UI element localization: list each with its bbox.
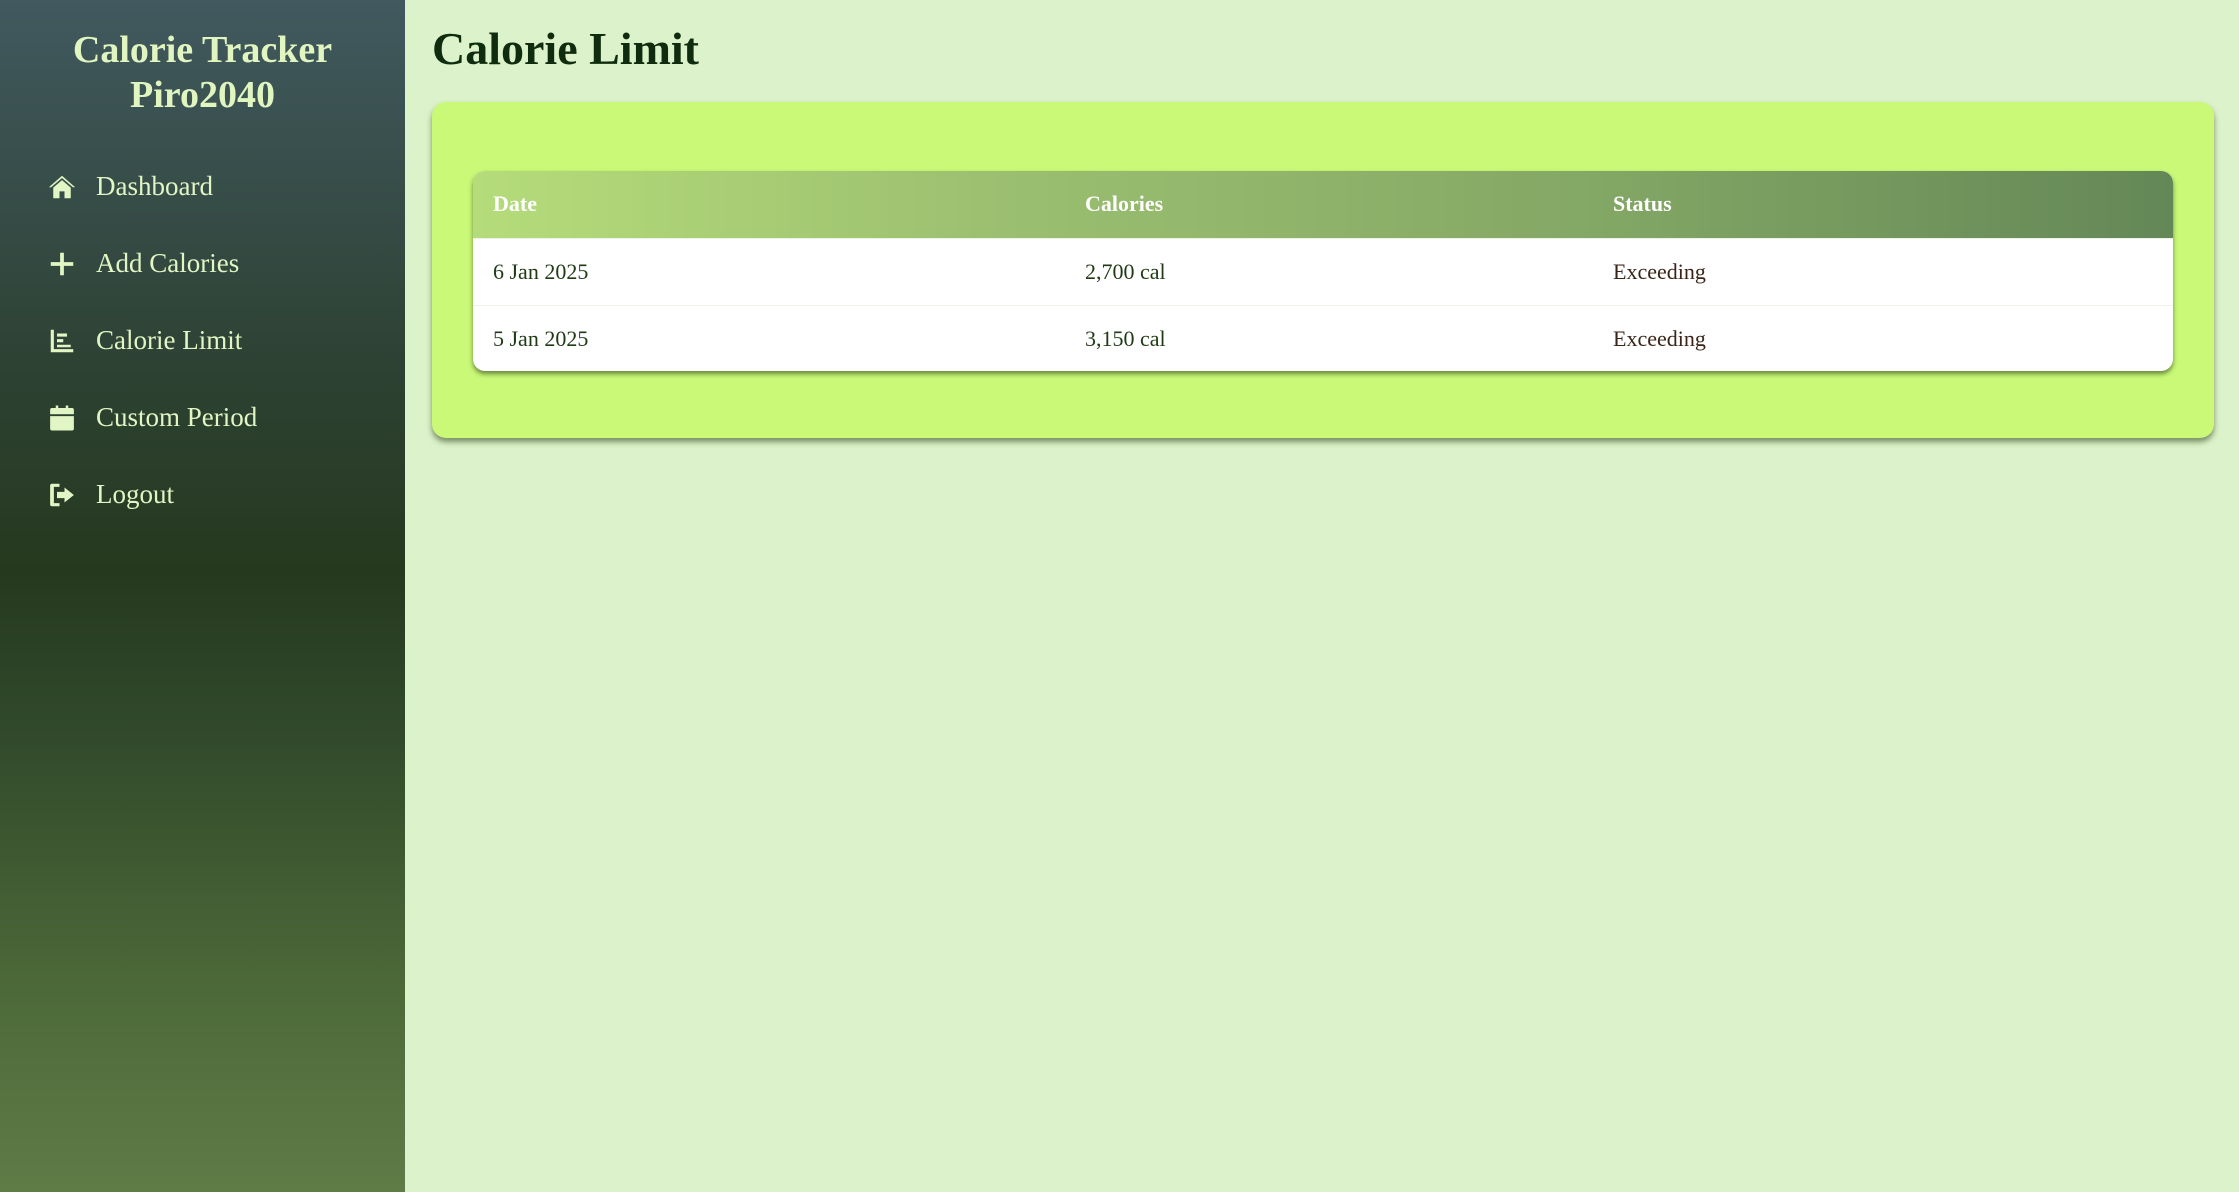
sidebar-nav: Dashboard Add Calories Calorie Limit Cus… <box>0 158 405 523</box>
table-row: 6 Jan 2025 2,700 cal Exceeding <box>473 237 2173 305</box>
calorie-table-wrapper: Date Calories Status 6 Jan 2025 2,700 ca… <box>473 171 2173 371</box>
plus-icon <box>46 248 78 280</box>
column-header-status: Status <box>1613 191 1672 217</box>
brand: Calorie Tracker Piro2040 <box>0 0 405 118</box>
calendar-icon <box>46 402 78 434</box>
sidebar: Calorie Tracker Piro2040 Dashboard Add C… <box>0 0 405 1192</box>
chart-icon <box>46 325 78 357</box>
sidebar-item-calorie-limit[interactable]: Calorie Limit <box>0 312 405 369</box>
column-header-calories: Calories <box>1085 191 1164 217</box>
date-cell: 5 Jan 2025 <box>473 304 1065 371</box>
status-cell: Exceeding <box>1593 237 2173 305</box>
main-content: Calorie Limit Date Calories Status 6 Jan… <box>405 0 2239 1192</box>
sidebar-item-label: Add Calories <box>96 248 240 278</box>
sidebar-item-label: Dashboard <box>96 171 213 201</box>
date-cell: 6 Jan 2025 <box>473 237 1065 305</box>
table-row: 5 Jan 2025 3,150 cal Exceeding <box>473 304 2173 371</box>
calorie-limit-card: Date Calories Status 6 Jan 2025 2,700 ca… <box>432 102 2214 438</box>
status-cell: Exceeding <box>1593 304 2173 371</box>
brand-username: Piro2040 <box>130 74 275 116</box>
table-header-row: Date Calories Status <box>473 171 2173 238</box>
sidebar-item-label: Logout <box>96 479 174 509</box>
sidebar-item-label: Calorie Limit <box>96 325 243 355</box>
logout-icon <box>46 479 78 511</box>
sidebar-item-add-calories[interactable]: Add Calories <box>0 235 405 292</box>
column-header-date: Date <box>493 191 537 217</box>
home-icon <box>46 171 78 203</box>
sidebar-item-custom-period[interactable]: Custom Period <box>0 389 405 446</box>
calories-cell: 3,150 cal <box>1065 304 1593 371</box>
calories-cell: 2,700 cal <box>1065 237 1593 305</box>
sidebar-item-logout[interactable]: Logout <box>0 466 405 523</box>
sidebar-item-dashboard[interactable]: Dashboard <box>0 158 405 215</box>
page-title: Calorie Limit <box>432 23 699 74</box>
sidebar-item-label: Custom Period <box>96 402 258 432</box>
brand-title: Calorie Tracker <box>72 29 333 71</box>
calorie-table: Date Calories Status 6 Jan 2025 2,700 ca… <box>473 171 2173 371</box>
